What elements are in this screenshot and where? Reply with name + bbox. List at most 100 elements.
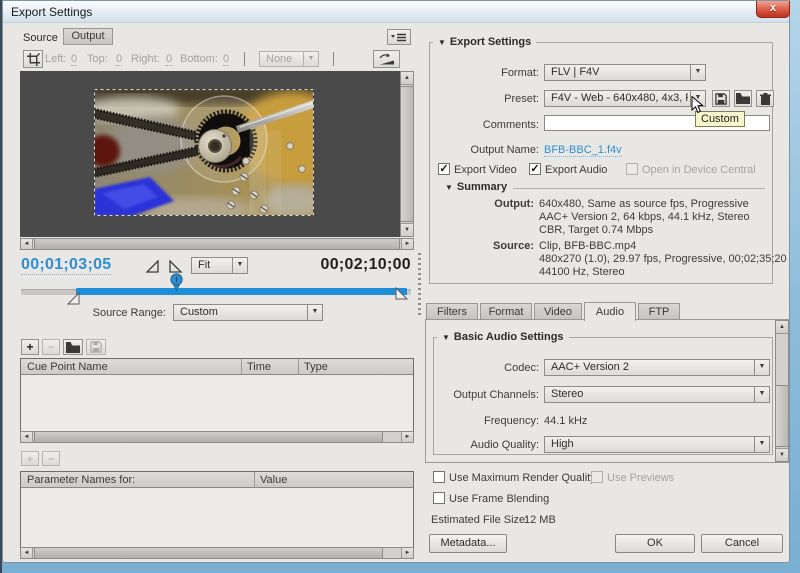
- crop-left-value[interactable]: 0: [71, 53, 77, 66]
- preview-vertical-scrollbar[interactable]: ▲ ▼: [400, 71, 414, 237]
- metadata-button[interactable]: Metadata...: [429, 534, 507, 553]
- remove-cue-point-button[interactable]: −: [42, 339, 60, 355]
- playhead[interactable]: [170, 273, 183, 297]
- add-cue-point-button[interactable]: +: [21, 339, 39, 355]
- basic-audio-settings-legend[interactable]: ▼Basic Audio Settings: [437, 331, 569, 343]
- cancel-button[interactable]: Cancel: [701, 534, 783, 553]
- column-divider[interactable]: [241, 359, 242, 375]
- scroll-left-icon[interactable]: ◄: [21, 432, 33, 442]
- scroll-left-icon[interactable]: ◄: [21, 239, 33, 249]
- crop-ratio-dropdown[interactable]: None ▼: [259, 51, 319, 67]
- scroll-right-icon[interactable]: ►: [401, 548, 413, 558]
- column-header-value[interactable]: Value: [260, 474, 287, 486]
- audio-panel-scrollbar[interactable]: ▲ ▼: [775, 320, 789, 462]
- chevron-down-icon: ▼: [303, 52, 318, 66]
- scroll-right-icon[interactable]: ►: [401, 239, 413, 249]
- panel-menu-button[interactable]: [387, 29, 411, 45]
- export-video-label[interactable]: Export Video: [454, 164, 517, 176]
- output-channels-label: Output Channels:: [429, 389, 539, 401]
- preview-horizontal-scrollbar[interactable]: ◄ ►: [20, 238, 414, 250]
- crop-right-value[interactable]: 0: [166, 53, 172, 66]
- set-in-point-button[interactable]: [145, 259, 160, 279]
- device-central-checkbox[interactable]: [626, 163, 638, 175]
- ok-button[interactable]: OK: [615, 534, 695, 553]
- tab-output[interactable]: Output: [63, 28, 113, 45]
- crop-right-label: Right:: [131, 53, 160, 65]
- zoom-level-dropdown[interactable]: Fit ▼: [191, 257, 248, 274]
- column-divider[interactable]: [254, 472, 255, 488]
- add-parameter-button[interactable]: +: [21, 451, 39, 466]
- output-name-link[interactable]: BFB-BBC_1.f4v: [544, 144, 622, 157]
- import-preset-button[interactable]: [734, 90, 752, 107]
- parameter-table-horizontal-scrollbar[interactable]: ◄ ►: [20, 547, 414, 559]
- scroll-down-icon[interactable]: ▼: [401, 223, 413, 236]
- codec-dropdown[interactable]: AAC+ Version 2 ▼: [544, 359, 770, 376]
- load-cue-points-button[interactable]: [63, 339, 83, 355]
- tab-audio[interactable]: Audio: [584, 302, 636, 321]
- panel-splitter[interactable]: [418, 253, 421, 315]
- mouse-cursor: [691, 96, 704, 120]
- close-button[interactable]: x: [756, 1, 790, 18]
- scroll-left-icon[interactable]: ◄: [21, 548, 33, 558]
- summary-legend[interactable]: ▼Summary: [440, 181, 512, 193]
- crop-top-value[interactable]: 0: [116, 53, 122, 66]
- tab-source[interactable]: Source: [23, 32, 58, 44]
- crop-button[interactable]: [23, 50, 43, 68]
- use-previews-label: Use Previews: [607, 472, 674, 484]
- remove-parameter-button[interactable]: −: [42, 451, 60, 466]
- export-settings-dialog: Export Settings x Source Output Left: 0 …: [2, 0, 790, 563]
- scroll-up-icon[interactable]: ▲: [776, 321, 788, 334]
- scrollbar-thumb[interactable]: [34, 548, 383, 558]
- scrollbar-thumb[interactable]: [34, 432, 383, 442]
- format-dropdown[interactable]: FLV | F4V ▼: [544, 64, 706, 81]
- save-cue-points-button[interactable]: [86, 339, 106, 355]
- frame-blending-checkbox[interactable]: [433, 492, 445, 504]
- max-render-quality-checkbox[interactable]: [433, 471, 445, 483]
- crop-bottom-label: Bottom:: [180, 53, 218, 65]
- tab-ftp[interactable]: FTP: [638, 303, 680, 320]
- max-render-quality-label[interactable]: Use Maximum Render Quality: [449, 472, 596, 484]
- folder-icon: [736, 93, 750, 104]
- export-settings-legend[interactable]: ▼Export Settings: [433, 36, 536, 48]
- audio-quality-dropdown[interactable]: High ▼: [544, 436, 770, 453]
- timeline-range-bar[interactable]: [76, 288, 407, 295]
- scroll-right-icon[interactable]: ►: [401, 432, 413, 442]
- cue-point-table[interactable]: Cue Point Name Time Type ◄ ►: [20, 358, 414, 443]
- column-header-type[interactable]: Type: [304, 361, 328, 373]
- scrollbar-thumb[interactable]: [34, 239, 400, 249]
- export-audio-checkbox[interactable]: ✓: [529, 163, 541, 175]
- cue-table-horizontal-scrollbar[interactable]: ◄ ►: [20, 431, 414, 443]
- aspect-correction-button[interactable]: [373, 50, 400, 68]
- summary-output-line: CBR, Target 0.74 Mbps: [539, 224, 653, 236]
- export-video-checkbox[interactable]: ✓: [438, 163, 450, 175]
- current-timecode[interactable]: 00;01;03;05: [21, 256, 111, 275]
- output-channels-dropdown[interactable]: Stereo ▼: [544, 386, 770, 403]
- out-point-icon: [168, 259, 183, 274]
- column-header-cue-name[interactable]: Cue Point Name: [27, 361, 108, 373]
- scroll-up-icon[interactable]: ▲: [401, 72, 413, 85]
- save-preset-button[interactable]: [712, 90, 730, 107]
- tab-filters[interactable]: Filters: [426, 303, 478, 320]
- scrollbar-thumb[interactable]: [776, 385, 788, 447]
- column-divider[interactable]: [298, 359, 299, 375]
- scroll-down-icon[interactable]: ▼: [776, 448, 788, 461]
- column-header-parameter[interactable]: Parameter Names for:: [27, 474, 135, 486]
- parameter-table[interactable]: Parameter Names for: Value ◄ ►: [20, 471, 414, 559]
- out-point-handle[interactable]: [395, 287, 409, 306]
- use-previews-checkbox[interactable]: [591, 471, 603, 483]
- frame-blending-label[interactable]: Use Frame Blending: [449, 493, 549, 505]
- file-size-label: Estimated File Size:: [431, 514, 528, 526]
- export-audio-label[interactable]: Export Audio: [545, 164, 607, 176]
- tab-format[interactable]: Format: [480, 303, 532, 320]
- source-range-dropdown[interactable]: Custom ▼: [173, 304, 323, 321]
- delete-preset-button[interactable]: [756, 90, 774, 107]
- title-bar[interactable]: Export Settings x: [3, 1, 789, 23]
- summary-output-line: 640x480, Same as source fps, Progressive: [539, 198, 749, 210]
- preset-dropdown[interactable]: F4V - Web - 640x480, 4x3, P... ▼: [544, 90, 706, 107]
- crop-bottom-value[interactable]: 0: [223, 53, 229, 66]
- scrollbar-thumb[interactable]: [401, 86, 413, 222]
- parameter-table-header: Parameter Names for: Value: [21, 472, 413, 488]
- tab-video[interactable]: Video: [534, 303, 582, 320]
- column-header-time[interactable]: Time: [247, 361, 271, 373]
- chevron-down-icon: ▼: [307, 305, 322, 320]
